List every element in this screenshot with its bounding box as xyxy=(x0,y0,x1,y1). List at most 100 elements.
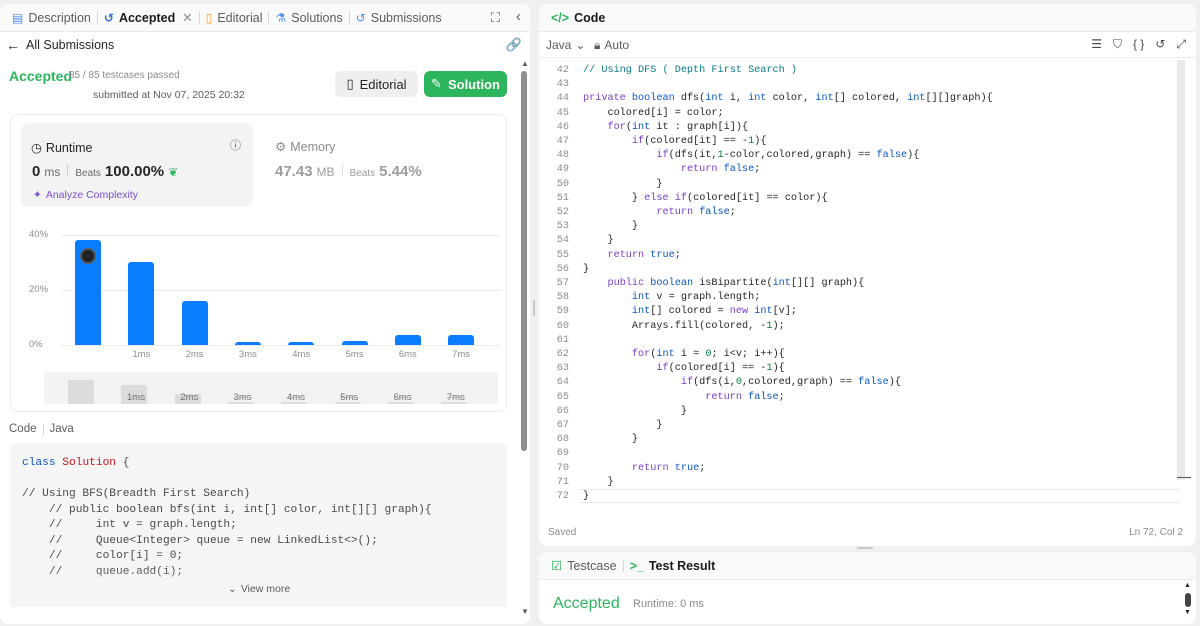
saved-status: Saved xyxy=(548,527,577,538)
tab-accepted-label: Accepted xyxy=(118,10,176,25)
code-line: } xyxy=(583,434,639,446)
back-to-submissions[interactable]: ← All Submissions xyxy=(6,37,114,53)
x-tick-label: 1ms xyxy=(132,349,151,360)
reset-icon[interactable]: ↺ xyxy=(1155,37,1165,52)
solution-button[interactable]: ✎ Solution xyxy=(424,71,507,97)
tab-testcase-label: Testcase xyxy=(567,558,617,573)
editor-code-area[interactable]: 42 // Using DFS ( Depth First Search ) 43 4… xyxy=(539,60,1179,506)
line-number: 54 xyxy=(556,235,569,247)
braces-icon[interactable]: { } xyxy=(1133,37,1144,52)
language-label: Java xyxy=(546,38,572,52)
memory-value: 47.43 xyxy=(275,163,313,180)
scroll-thumb[interactable] xyxy=(1185,593,1191,607)
scroll-up-icon[interactable]: ▲ xyxy=(1184,582,1191,589)
chart-bar-1ms[interactable] xyxy=(128,262,155,345)
line-number: 66 xyxy=(556,405,569,417)
code-line: } xyxy=(583,178,663,190)
memory-value-row: 47.43 MB Beats 5.44% xyxy=(275,163,422,180)
scroll-thumb[interactable] xyxy=(521,71,527,451)
result-status: Accepted xyxy=(9,68,73,84)
line-number: 64 xyxy=(556,377,569,389)
editor-actions: ☰ ⛉ { } ↺ ⤢ xyxy=(1091,37,1186,52)
code-line: public boolean isBipartite(int[][] graph… xyxy=(607,278,865,289)
chart-bar-3ms[interactable] xyxy=(234,341,261,345)
tab-code[interactable]: </> Code xyxy=(545,11,611,25)
line-number: 56 xyxy=(556,263,569,275)
tab-submissions-label: Submissions xyxy=(370,10,442,25)
code-line: Arrays.fill(colored, -1); xyxy=(583,320,785,332)
chart-bar-6ms[interactable] xyxy=(394,335,421,345)
tab-accepted[interactable]: ↺ Accepted ✕ xyxy=(98,10,199,26)
code-line: if(colored[i] == -1){ xyxy=(656,363,785,375)
tab-editorial[interactable]: ▯ Editorial xyxy=(200,11,269,25)
format-icon[interactable]: ☰ xyxy=(1091,37,1102,52)
line-number: 70 xyxy=(556,462,569,474)
info-icon[interactable]: ⓘ xyxy=(230,137,241,153)
solution-code-line: // int v = graph.length; xyxy=(22,519,237,531)
editor-scrollbar[interactable] xyxy=(1177,60,1185,480)
resize-handle-vertical[interactable] xyxy=(533,300,535,316)
mode-toggle[interactable]: 🔒︎ Auto xyxy=(594,38,629,53)
result-scrollbar[interactable]: ▲ ▼ xyxy=(1184,582,1192,622)
left-scrollbar[interactable]: ▲ ▼ xyxy=(521,59,529,619)
x-tick-label: 4ms xyxy=(292,349,311,360)
line-number: 45 xyxy=(556,107,569,119)
line-number: 58 xyxy=(556,292,569,304)
analyze-complexity-link[interactable]: ✦ Analyze Complexity xyxy=(33,189,138,201)
runtime-box[interactable]: ◷ Runtime ⓘ 0 ms Beats 100.00% ❦ ✦ Analy… xyxy=(21,123,253,207)
line-number: 55 xyxy=(556,249,569,261)
editorial-button[interactable]: ▯ Editorial xyxy=(335,71,418,97)
scroll-up-icon[interactable]: ▲ xyxy=(521,59,529,68)
chart-bar-2ms[interactable] xyxy=(181,300,208,345)
line-number: 59 xyxy=(556,306,569,318)
line-number: 71 xyxy=(556,476,569,488)
tab-test-result[interactable]: >_ Test Result xyxy=(624,559,722,573)
chart-bar-4ms[interactable] xyxy=(288,341,315,345)
minimap-tick-label: 4ms xyxy=(286,392,305,403)
language-select[interactable]: Java ⌄ xyxy=(546,38,585,52)
tab-solutions[interactable]: ⚗ Solutions xyxy=(269,11,348,25)
tab-editorial-label: Editorial xyxy=(217,10,263,25)
runtime-value-row: 0 ms Beats 100.00% ❦ xyxy=(32,163,178,180)
tab-submissions[interactable]: ↺ Submissions xyxy=(350,11,448,25)
history-icon: ↺ xyxy=(103,10,114,25)
chevron-down-icon: ⌄ xyxy=(228,583,237,595)
memory-beats: 5.44% xyxy=(379,163,422,180)
line-number: 47 xyxy=(556,136,569,147)
code-line: for(int it : graph[i]){ xyxy=(607,121,749,133)
minimap-tick-label: 3ms xyxy=(233,392,252,403)
line-number: 69 xyxy=(556,448,569,460)
resize-handle[interactable] xyxy=(857,547,873,549)
collapse-icon[interactable]: ‹ xyxy=(516,8,521,25)
solution-code-line: // Using BFS(Breadth First Search) xyxy=(22,488,251,500)
code-line: } xyxy=(583,420,663,431)
lock-icon: 🔒︎ xyxy=(594,38,601,52)
expand-icon[interactable]: ⤢ xyxy=(1176,37,1186,52)
solution-code-line: // public boolean bfs(int i, int[] color… xyxy=(22,503,432,516)
test-result-runtime: Runtime: 0 ms xyxy=(633,598,704,610)
x-tick-label: 7ms xyxy=(452,349,471,360)
scroll-down-icon[interactable]: ▼ xyxy=(1184,609,1191,616)
tab-description[interactable]: ▤ Description xyxy=(6,11,97,25)
minimap-bar xyxy=(68,380,94,404)
code-line: } xyxy=(583,235,614,247)
chart-bar-5ms[interactable] xyxy=(341,340,368,345)
link-icon[interactable]: 🔗 xyxy=(506,37,522,53)
chart-bar-7ms[interactable] xyxy=(448,335,475,345)
bookmark-icon[interactable]: ⛉ xyxy=(1113,37,1122,52)
runtime-beats: 100.00% xyxy=(104,163,165,180)
chart-bar-0ms[interactable] xyxy=(75,240,101,345)
left-tabbar: ▤ Description ↺ Accepted ✕ ▯ Editorial ⚗… xyxy=(0,4,530,32)
maximize-icon[interactable]: ⛶ xyxy=(491,10,500,26)
description-icon: ▤ xyxy=(12,10,24,25)
x-tick-label: 6ms xyxy=(398,349,417,360)
view-more-button[interactable]: ⌄ View more xyxy=(228,583,290,595)
chart-range-slider[interactable]: 1ms 2ms 3ms 4ms 5ms 6ms 7ms xyxy=(44,372,498,404)
close-tab-icon[interactable]: ✕ xyxy=(182,10,192,25)
memory-title[interactable]: ⚙ Memory xyxy=(275,139,335,155)
scroll-down-icon[interactable]: ▼ xyxy=(521,607,529,616)
user-avatar xyxy=(80,248,96,265)
line-number: 63 xyxy=(556,363,569,375)
code-line: int v = graph.length; xyxy=(631,292,761,304)
tab-testcase[interactable]: ☑ Testcase xyxy=(545,558,623,574)
